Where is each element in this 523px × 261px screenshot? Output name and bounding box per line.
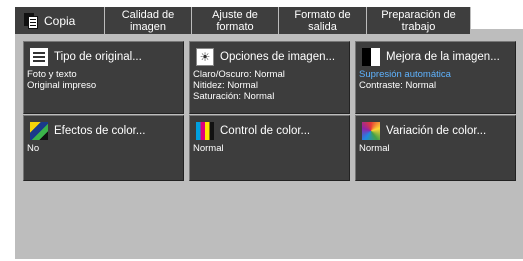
sharpness-value: Nitidez: Normal	[193, 80, 258, 91]
color-effects-title: Efectos de color...	[54, 125, 146, 137]
tab-image-quality-label-line1: Calidad de	[121, 8, 175, 21]
background-suppression-value: Supresión automática	[359, 69, 451, 80]
image-options-button[interactable]: Opciones de imagen... Claro/Oscuro: Norm…	[189, 41, 350, 114]
color-effects-value: No	[27, 143, 40, 154]
tab-layout-adjustment-label-line1: Ajuste de	[212, 8, 258, 21]
color-control-title: Control de color...	[220, 125, 311, 137]
tab-job-assembly-label-line2: trabajo	[401, 20, 436, 33]
color-control-value: Normal	[193, 143, 224, 154]
color-variation-icon	[362, 122, 380, 140]
tab-job-assembly[interactable]: Preparación de trabajo	[367, 7, 471, 34]
original-type-button[interactable]: Tipo de original... Foto y texto Origina…	[23, 41, 184, 114]
image-enhancement-title: Mejora de la imagen...	[386, 51, 500, 63]
lightness-darkness-value: Claro/Oscuro: Normal	[193, 69, 285, 80]
original-type-value-2: Original impreso	[27, 80, 97, 91]
tab-output-format-label-line2: salida	[308, 20, 337, 33]
contrast-value: Contraste: Normal	[359, 80, 437, 91]
saturation-value: Saturación: Normal	[193, 91, 275, 102]
color-control-icon	[196, 122, 214, 140]
brightness-icon	[196, 48, 214, 66]
color-variation-button[interactable]: Variación de color... Normal	[355, 115, 516, 181]
color-control-button[interactable]: Control de color... Normal	[189, 115, 350, 181]
document-icon	[30, 48, 48, 66]
tab-copy-label: Copia	[44, 13, 76, 28]
contrast-icon	[362, 48, 380, 66]
tab-copy[interactable]: Copia	[15, 7, 105, 34]
tab-output-format[interactable]: Formato de salida	[279, 7, 367, 34]
tab-layout-adjustment-label-line2: formato	[216, 20, 254, 33]
original-type-title: Tipo de original...	[54, 51, 142, 63]
tab-image-quality-label-line2: imagen	[129, 20, 167, 33]
image-enhancement-button[interactable]: Mejora de la imagen... Supresión automát…	[355, 41, 516, 114]
original-type-value-1: Foto y texto	[27, 69, 77, 80]
tab-job-assembly-label-line1: Preparación de	[381, 8, 456, 21]
copy-screen: Copia Calidad de imagen Ajuste de format…	[0, 0, 523, 261]
color-variation-value: Normal	[359, 143, 390, 154]
tab-image-quality[interactable]: Calidad de imagen	[105, 7, 192, 34]
tab-layout-adjustment[interactable]: Ajuste de formato	[192, 7, 279, 34]
tab-output-format-label-line1: Formato de	[294, 8, 351, 21]
copy-icon	[24, 12, 38, 29]
color-variation-title: Variación de color...	[386, 125, 487, 137]
color-effects-icon	[30, 122, 48, 140]
color-effects-button[interactable]: Efectos de color... No	[23, 115, 184, 181]
image-options-title: Opciones de imagen...	[220, 51, 336, 63]
